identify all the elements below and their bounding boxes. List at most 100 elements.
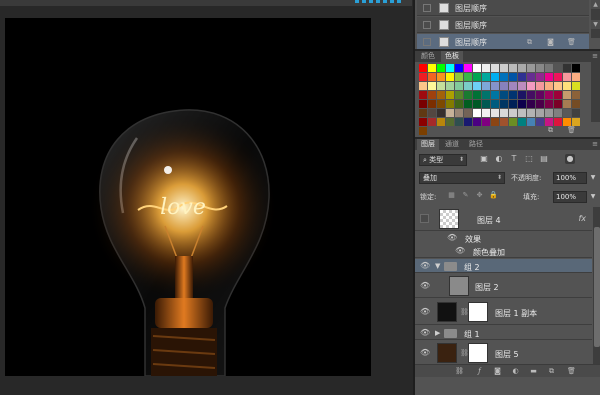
color-swatch[interactable] [563, 118, 571, 126]
color-swatch[interactable] [536, 100, 544, 108]
eye-icon[interactable]: 👁 [447, 233, 457, 243]
color-swatch[interactable] [572, 82, 580, 90]
type-filter-icon[interactable]: T [509, 154, 519, 164]
new-layer-icon[interactable]: ⧉ [547, 367, 556, 375]
color-swatch[interactable] [545, 109, 553, 117]
color-swatch[interactable] [419, 64, 427, 72]
visibility-off-box[interactable] [420, 214, 429, 223]
color-swatch[interactable] [464, 118, 472, 126]
color-swatch[interactable] [518, 109, 526, 117]
color-swatch[interactable] [491, 73, 499, 81]
color-swatch[interactable] [446, 82, 454, 90]
color-swatch[interactable] [491, 82, 499, 90]
color-swatch[interactable] [527, 100, 535, 108]
color-swatch[interactable] [455, 91, 463, 99]
new-swatch-icon[interactable]: ⧉ [546, 126, 555, 134]
color-swatch[interactable] [455, 118, 463, 126]
color-swatch[interactable] [455, 109, 463, 117]
color-swatch[interactable] [473, 118, 481, 126]
color-swatch[interactable] [473, 82, 481, 90]
new-group-icon[interactable]: ▬ [529, 367, 538, 375]
blend-mode-select[interactable]: 叠加 ⬍ [419, 172, 505, 184]
pixel-filter-icon[interactable]: ▣ [479, 154, 489, 164]
color-swatch[interactable] [473, 91, 481, 99]
color-swatch[interactable] [536, 64, 544, 72]
color-swatch[interactable] [455, 73, 463, 81]
color-swatch[interactable] [536, 73, 544, 81]
fx-icon[interactable]: fx [578, 214, 586, 223]
color-swatch[interactable] [509, 73, 517, 81]
color-swatch[interactable] [554, 109, 562, 117]
color-swatch[interactable] [455, 100, 463, 108]
color-swatch[interactable] [464, 64, 472, 72]
add-style-icon[interactable]: ƒ [475, 367, 484, 375]
color-swatch[interactable] [491, 91, 499, 99]
color-swatch[interactable] [491, 64, 499, 72]
color-swatch[interactable] [473, 109, 481, 117]
color-swatch[interactable] [482, 109, 490, 117]
scroll-thumb[interactable] [594, 227, 600, 347]
adjustment-layer-icon[interactable]: ◐ [511, 367, 520, 375]
color-swatch[interactable] [527, 64, 535, 72]
color-swatch[interactable] [572, 109, 580, 117]
color-swatch[interactable] [428, 91, 436, 99]
color-swatch[interactable] [545, 82, 553, 90]
color-swatch[interactable] [428, 73, 436, 81]
shape-filter-icon[interactable]: ⬚ [524, 154, 534, 164]
lock-transparent-icon[interactable]: ▦ [447, 191, 456, 200]
color-swatch[interactable] [428, 100, 436, 108]
new-document-from-state-icon[interactable]: ⧉ [525, 38, 534, 46]
tab-swatches[interactable]: 色板 [441, 51, 463, 62]
color-swatch[interactable] [464, 82, 472, 90]
color-swatch[interactable] [446, 100, 454, 108]
color-swatch[interactable] [518, 64, 526, 72]
color-swatch[interactable] [509, 91, 517, 99]
color-swatch[interactable] [491, 100, 499, 108]
color-swatch[interactable] [437, 109, 445, 117]
color-swatch[interactable] [500, 109, 508, 117]
color-swatch[interactable] [464, 109, 472, 117]
color-swatch[interactable] [437, 64, 445, 72]
layer-mask-thumbnail[interactable] [468, 302, 488, 322]
delete-swatch-icon[interactable]: 🗑 [567, 126, 576, 134]
color-swatch[interactable] [446, 64, 454, 72]
color-swatch[interactable] [518, 100, 526, 108]
eye-icon[interactable]: 👁 [420, 328, 430, 338]
color-swatch[interactable] [527, 109, 535, 117]
color-swatch[interactable] [563, 91, 571, 99]
color-swatch[interactable] [419, 82, 427, 90]
color-swatch[interactable] [536, 82, 544, 90]
color-swatch[interactable] [518, 118, 526, 126]
opacity-input[interactable]: 100% [553, 172, 587, 184]
color-swatch[interactable] [509, 109, 517, 117]
eye-icon[interactable]: 👁 [420, 261, 430, 271]
group-collapsed-icon[interactable]: ▶ [435, 329, 440, 337]
color-swatch[interactable] [509, 82, 517, 90]
color-swatch[interactable] [527, 118, 535, 126]
color-swatch[interactable] [545, 64, 553, 72]
color-swatch[interactable] [473, 100, 481, 108]
tab-layers[interactable]: 图层 [417, 139, 439, 150]
color-swatch[interactable] [500, 118, 508, 126]
color-swatch[interactable] [563, 64, 571, 72]
color-swatch[interactable] [545, 118, 553, 126]
color-swatch[interactable] [482, 73, 490, 81]
color-swatch[interactable] [428, 64, 436, 72]
color-swatch[interactable] [437, 91, 445, 99]
eye-icon[interactable]: 👁 [420, 307, 430, 317]
history-brush-icon[interactable] [423, 4, 431, 12]
delete-layer-icon[interactable]: 🗑 [567, 367, 576, 375]
layer-mask-thumbnail[interactable] [468, 343, 488, 363]
link-layers-icon[interactable]: ⛓ [455, 367, 464, 375]
group-expand-icon[interactable]: ▼ [435, 262, 440, 270]
color-swatch[interactable] [554, 64, 562, 72]
color-swatch[interactable] [500, 82, 508, 90]
color-swatch[interactable] [554, 73, 562, 81]
color-swatch[interactable] [572, 64, 580, 72]
color-swatch[interactable] [482, 82, 490, 90]
tab-paths[interactable]: 路径 [465, 139, 487, 150]
history-scrollbar[interactable]: ▲ ▼ [591, 0, 600, 38]
color-swatch[interactable] [446, 73, 454, 81]
color-swatch[interactable] [509, 118, 517, 126]
lock-all-icon[interactable]: 🔒 [489, 191, 498, 200]
